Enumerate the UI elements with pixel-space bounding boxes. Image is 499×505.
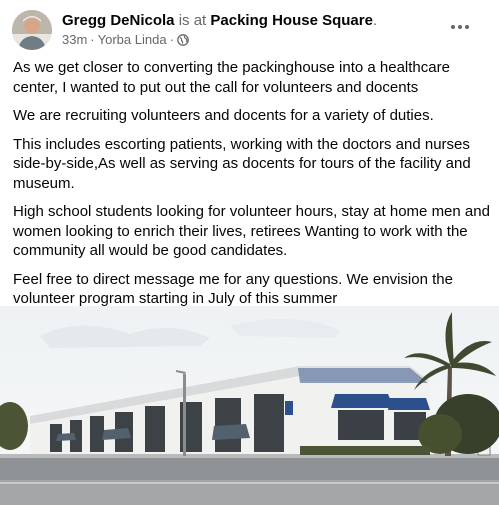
place-suffix: . — [372, 12, 378, 29]
post-photo[interactable] — [0, 306, 499, 505]
globe-icon[interactable] — [177, 34, 189, 46]
facebook-post: Gregg DeNicola is at Packing House Squar… — [0, 0, 499, 505]
meta-separator-2: · — [169, 32, 174, 47]
post-meta: 33m · Yorba Linda · — [62, 32, 189, 48]
author-name[interactable]: Gregg DeNicola — [62, 12, 175, 29]
post-paragraph-4: High school students looking for volunte… — [13, 203, 490, 259]
post-location[interactable]: Yorba Linda — [98, 32, 167, 48]
place-name[interactable]: Packing House Square — [210, 12, 373, 29]
post-title-line: Gregg DeNicola is at Packing House Squar… — [62, 11, 377, 30]
more-options-icon[interactable] — [451, 22, 471, 32]
post-header: Gregg DeNicola is at Packing House Squar… — [12, 10, 487, 52]
meta-separator: · — [90, 32, 95, 47]
post-timestamp[interactable]: 33m — [62, 32, 87, 48]
post-paragraph-2: We are recruiting volunteers and docents… — [13, 107, 434, 124]
post-paragraph-1: As we get closer to converting the packi… — [13, 59, 450, 96]
post-paragraph-3: This includes escorting patients, workin… — [13, 135, 471, 192]
post-paragraph-5: Feel free to direct message me for any q… — [13, 270, 453, 308]
post-message: As we get closer to converting the packi… — [13, 58, 491, 318]
is-at-text: is at — [174, 12, 211, 29]
author-avatar[interactable] — [12, 10, 52, 50]
